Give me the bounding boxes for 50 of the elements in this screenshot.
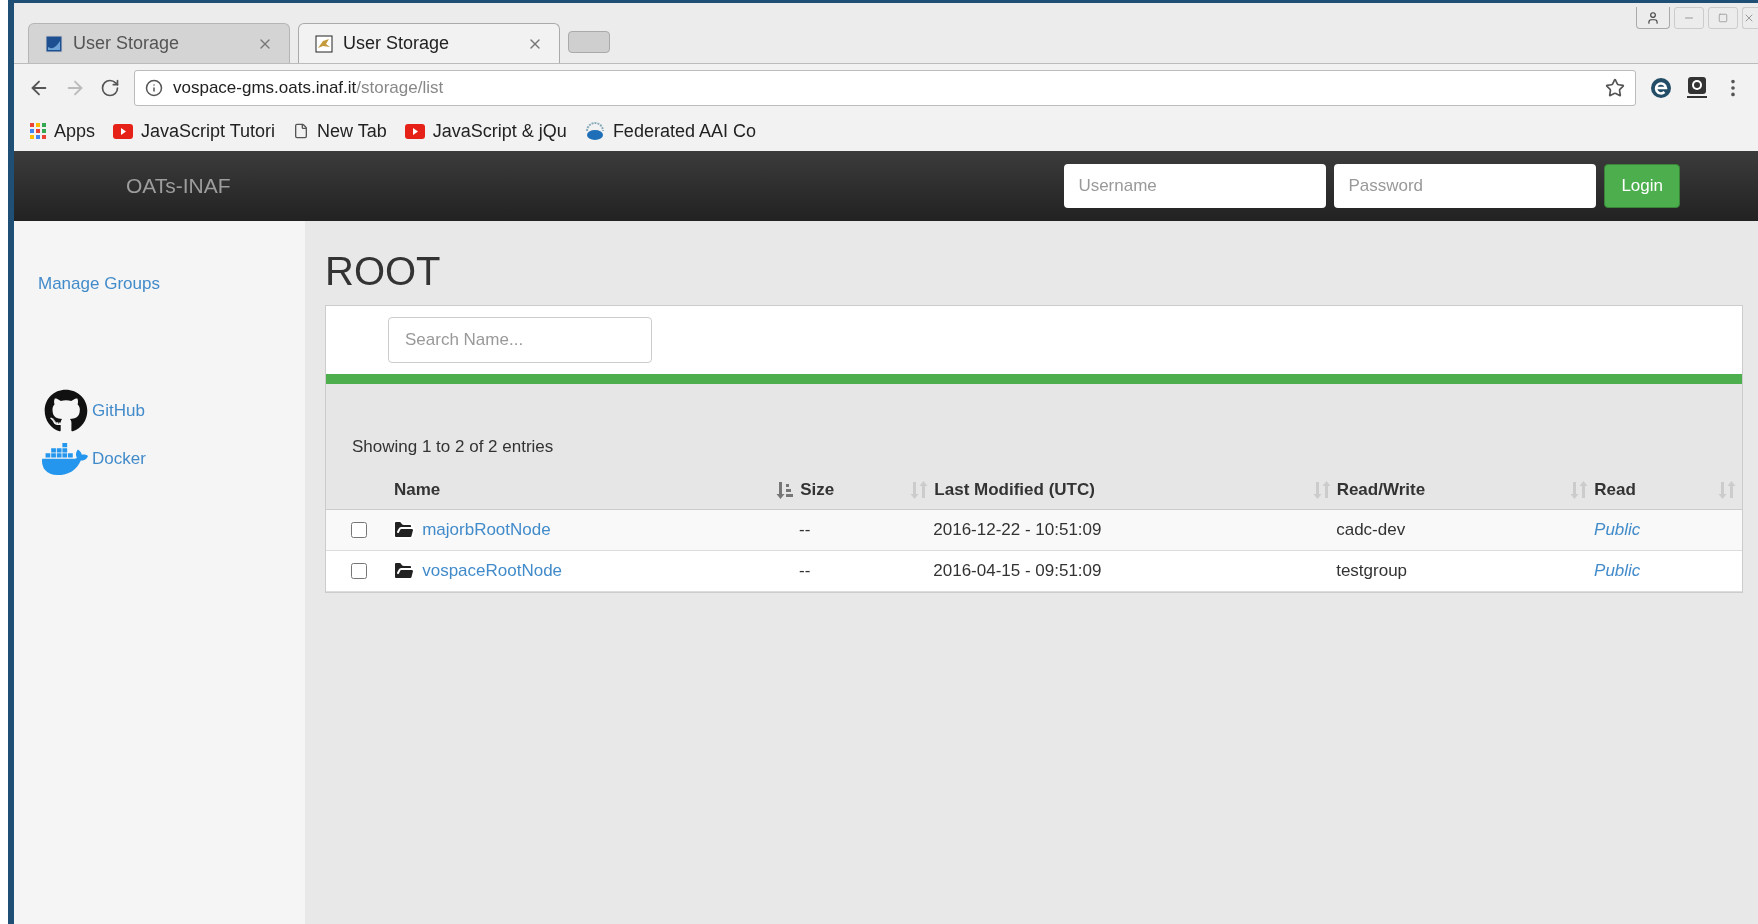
column-header[interactable]: Read	[1594, 477, 1742, 503]
bookmark-item[interactable]: JavaScript Tutori	[113, 117, 276, 145]
column-header[interactable]: Name	[394, 477, 801, 503]
user-icon	[1646, 10, 1660, 25]
folder-icon	[392, 517, 417, 542]
column-header[interactable]: Size	[800, 477, 935, 503]
bird-favicon-icon	[315, 34, 333, 53]
extension-icon[interactable]	[1650, 76, 1672, 99]
webcam-icon[interactable]	[1686, 75, 1708, 100]
video-play-icon	[113, 123, 134, 139]
column-header[interactable]: Last Modified (UTC)	[934, 477, 1337, 503]
page-title: ROOT	[325, 249, 442, 293]
video-play-icon	[404, 123, 425, 139]
sort-icon[interactable]	[776, 480, 795, 500]
row-checkbox[interactable]	[351, 562, 368, 579]
table-cell: 2016-12-22 - 10:51:09	[933, 519, 1102, 539]
password-field[interactable]: Password	[1334, 164, 1597, 208]
brand-name[interactable]: OATs-INAF	[126, 170, 1065, 202]
username-field[interactable]: Username	[1064, 164, 1327, 208]
page-icon	[293, 123, 310, 139]
entries-info: Showing 1 to 2 of 2 entries	[351, 436, 555, 458]
github-icon	[44, 388, 88, 433]
url-text: vospace-gms.oats.inaf.it/storage/list	[173, 76, 445, 99]
close-icon	[1743, 12, 1755, 24]
bookmark-item[interactable]: Federated AAI Co	[584, 117, 756, 145]
search-field[interactable]: Search Name...	[388, 317, 652, 363]
globe-icon	[584, 121, 605, 141]
page-favicon-icon	[45, 34, 63, 53]
folder-link[interactable]: vospaceRootNode	[422, 557, 563, 584]
bookmark-item[interactable]: JavaScript & jQu	[404, 117, 567, 145]
address-bar[interactable]: vospace-gms.oats.inaf.it/storage/list	[134, 69, 1636, 106]
apps-grid-icon	[30, 123, 46, 139]
browser-tab[interactable]: User Storage	[298, 23, 560, 63]
table-cell: --	[798, 560, 811, 580]
profile-button[interactable]	[1636, 7, 1670, 29]
close-button[interactable]	[1742, 7, 1758, 29]
table-cell: cadc-dev	[1336, 519, 1406, 539]
row-checkbox[interactable]	[351, 521, 368, 538]
info-icon[interactable]	[145, 78, 163, 97]
table-cell: 2016-04-15 - 09:51:09	[933, 560, 1102, 580]
bookmark-item[interactable]: New Tab	[293, 117, 387, 145]
column-header[interactable]: Read/Write	[1336, 477, 1595, 503]
bookmark-star-icon[interactable]	[1605, 77, 1625, 98]
table-cell: --	[798, 519, 811, 539]
bookmark-item[interactable]: Apps	[30, 117, 96, 145]
maximize-icon	[1718, 13, 1728, 23]
table-cell: testgroup	[1336, 560, 1408, 580]
browser-tab[interactable]: User Storage	[28, 23, 290, 63]
reload-icon[interactable]	[100, 77, 120, 98]
permission-link[interactable]: Public	[1594, 560, 1641, 580]
